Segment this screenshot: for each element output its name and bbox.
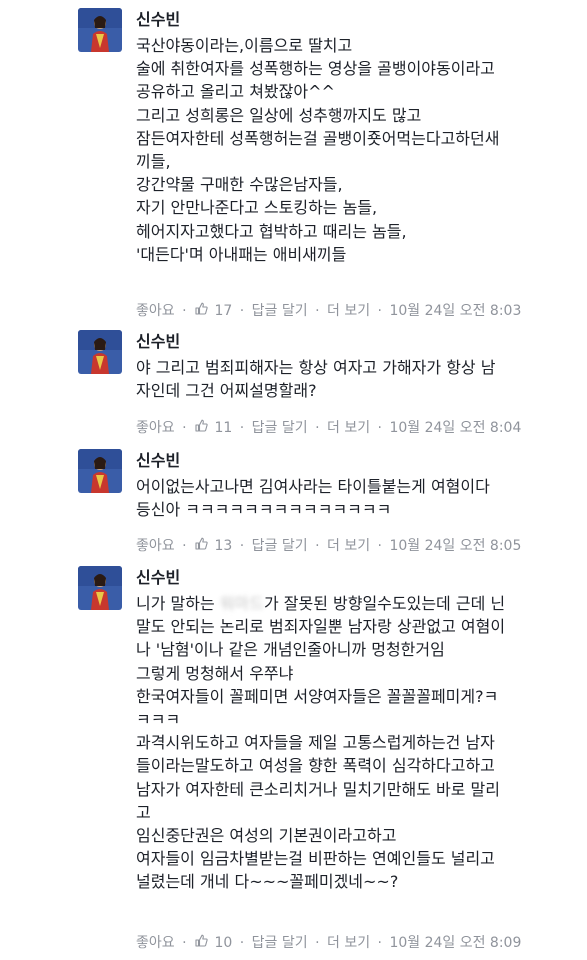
- comment-author[interactable]: 신수빈: [136, 10, 180, 30]
- like-button[interactable]: 좋아요: [136, 538, 175, 554]
- comment: 신수빈 니가 말하는 워마드가 잘못된 방향일수도있는데 근데 닌 말도 안되는…: [0, 566, 587, 960]
- line-text: 니가 말하는: [136, 594, 220, 613]
- comment-line: 고: [136, 802, 151, 822]
- like-button[interactable]: 좋아요: [136, 420, 175, 436]
- see-more-link[interactable]: 더 보기: [327, 538, 370, 554]
- like-button[interactable]: 좋아요: [136, 303, 175, 319]
- line-text: 가 잘못된 방향일수도있는데 근데 닌: [263, 594, 506, 613]
- comment-line: '대든다'며 아내패는 애비새끼들: [136, 244, 347, 264]
- comment-line: 말도 안되는 논리로 범죄자일뿐 남자랑 상관없고 여혐이: [136, 617, 506, 637]
- comment-line: 남자가 여자한테 큰소리치거나 밀치기만해도 바로 말리: [136, 779, 500, 799]
- separator: ·: [182, 935, 187, 951]
- separator: ·: [315, 303, 320, 319]
- separator: ·: [239, 303, 245, 319]
- separator: ·: [377, 935, 382, 951]
- see-more-link[interactable]: 더 보기: [327, 303, 370, 319]
- separator: ·: [377, 538, 382, 554]
- see-more-link[interactable]: 더 보기: [327, 935, 370, 951]
- separator: ·: [239, 420, 245, 436]
- reply-button[interactable]: 답글 달기: [252, 538, 308, 554]
- avatar[interactable]: [78, 8, 122, 52]
- comment-line: 끼들,: [136, 151, 171, 171]
- comment-line: 헤어지자고했다고 협박하고 때리는 놈들,: [136, 221, 407, 241]
- separator: ·: [182, 538, 187, 554]
- comment-text: 어이없는사고나면 김여사라는 타이틀붙는게 여혐이다 등신아 ㅋㅋㅋㅋㅋㅋㅋㅋㅋ…: [136, 475, 576, 521]
- comment-line: 니가 말하는 워마드가 잘못된 방향일수도있는데 근데 닌: [136, 592, 576, 615]
- comment-meta: 좋아요 · 11 · 답글 달기 · 더 보기 · 10월 24일 오전 8:0…: [136, 419, 521, 437]
- like-count: 13: [214, 538, 233, 554]
- comment-line: 여자들이 임금차별받는걸 비판하는 연예인들도 널리고: [136, 849, 495, 869]
- separator: ·: [182, 303, 187, 319]
- comment-line: 공유하고 올리고 쳐봤잖아^^: [136, 82, 335, 102]
- thumbs-up-icon: [195, 302, 208, 320]
- timestamp[interactable]: 10월 24일 오전 8:05: [389, 538, 521, 554]
- separator: ·: [315, 420, 320, 436]
- separator: ·: [182, 420, 187, 436]
- comment-line: 과격시위도하고 여자들을 제일 고통스럽게하는건 남자: [136, 733, 495, 753]
- timestamp[interactable]: 10월 24일 오전 8:03: [389, 303, 521, 319]
- avatar[interactable]: [78, 330, 122, 374]
- comment-line: 야 그리고 범죄피해자는 항상 여자고 가해자가 항상 남: [136, 358, 496, 377]
- comment: 신수빈 국산야동이라는,이름으로 딸치고 술에 취한여자를 성폭행하는 영상을 …: [0, 8, 587, 328]
- thumbs-up-icon: [195, 537, 208, 555]
- like-button[interactable]: 좋아요: [136, 935, 175, 951]
- comment-meta: 좋아요 · 13 · 답글 달기 · 더 보기 · 10월 24일 오전 8:0…: [136, 537, 521, 555]
- like-count: 17: [214, 303, 233, 319]
- thumbs-up-icon: [195, 934, 208, 952]
- thumbs-up-icon: [195, 419, 208, 437]
- comment-line: 등신아 ㅋㅋㅋㅋㅋㅋㅋㅋㅋㅋㅋㅋㅋㅋ: [136, 500, 392, 520]
- comment-text: 니가 말하는 워마드가 잘못된 방향일수도있는데 근데 닌 말도 안되는 논리로…: [136, 592, 576, 893]
- separator: ·: [239, 935, 245, 951]
- comment-text: 국산야동이라는,이름으로 딸치고 술에 취한여자를 성폭행하는 영상을 골뱅이야…: [136, 34, 576, 266]
- timestamp[interactable]: 10월 24일 오전 8:04: [389, 420, 521, 436]
- comment-line: 자인데 그건 어찌설명할래?: [136, 381, 317, 401]
- comment: 신수빈 어이없는사고나면 김여사라는 타이틀붙는게 여혐이다 등신아 ㅋㅋㅋㅋㅋ…: [0, 449, 587, 559]
- comment-author[interactable]: 신수빈: [136, 451, 180, 471]
- comment-meta: 좋아요 · 10 · 답글 달기 · 더 보기 · 10월 24일 오전 8:0…: [136, 934, 521, 952]
- comment-line: 들이라는말도하고 여성을 향한 폭력이 심각하다고하고: [136, 756, 495, 776]
- comment-line: 나 '남혐'이나 같은 개념인줄아니까 멍청한거임: [136, 640, 445, 660]
- comment-line: 그렇게 멍청해서 우쭈냐: [136, 663, 294, 683]
- comment-meta: 좋아요 · 17 · 답글 달기 · 더 보기 · 10월 24일 오전 8:0…: [136, 302, 521, 320]
- comment-line: 한국여자들이 꼴페미면 서양여자들은 꼴꼴꼴페미게?ㅋ: [136, 686, 499, 706]
- separator: ·: [377, 303, 382, 319]
- comment-author[interactable]: 신수빈: [136, 568, 180, 588]
- comment-line: 잠든여자한테 성폭행허는걸 골뱅이죳어먹는다고하던새: [136, 128, 500, 148]
- separator: ·: [377, 420, 382, 436]
- comment-line: 어이없는사고나면 김여사라는 타이틀붙는게 여혐이다: [136, 477, 490, 496]
- avatar[interactable]: [78, 566, 122, 610]
- see-more-link[interactable]: 더 보기: [327, 420, 370, 436]
- reply-button[interactable]: 답글 달기: [252, 420, 308, 436]
- like-count: 11: [214, 420, 233, 436]
- comment-line: ㅋㅋㅋ: [136, 709, 181, 729]
- comment-author[interactable]: 신수빈: [136, 332, 180, 352]
- comment-line: 술에 취한여자를 성폭행하는 영상을 골뱅이야동이라고: [136, 59, 495, 79]
- comment-line: 강간약물 구매한 수많은남자들,: [136, 175, 343, 195]
- comment-line: 국산야동이라는,이름으로 딸치고: [136, 36, 353, 55]
- reply-button[interactable]: 답글 달기: [252, 303, 308, 319]
- separator: ·: [315, 538, 320, 554]
- comment: 신수빈 야 그리고 범죄피해자는 항상 여자고 가해자가 항상 남 자인데 그건…: [0, 330, 587, 440]
- comment-line: 자기 안만나준다고 스토킹하는 놈들,: [136, 198, 378, 218]
- redacted-text: 워마드: [219, 594, 264, 613]
- timestamp[interactable]: 10월 24일 오전 8:09: [389, 935, 521, 951]
- reply-button[interactable]: 답글 달기: [252, 935, 308, 951]
- separator: ·: [239, 538, 245, 554]
- like-count: 10: [214, 935, 233, 951]
- avatar[interactable]: [78, 449, 122, 493]
- comment-line: 임신중단권은 여성의 기본권이라고하고: [136, 825, 397, 845]
- separator: ·: [315, 935, 320, 951]
- comment-line: 널렸는데 개네 다~~~꼴페미겠네~~?: [136, 872, 399, 892]
- comment-line: 그리고 성희롱은 일상에 성추행까지도 많고: [136, 105, 422, 125]
- comment-text: 야 그리고 범죄피해자는 항상 여자고 가해자가 항상 남 자인데 그건 어찌설…: [136, 356, 576, 402]
